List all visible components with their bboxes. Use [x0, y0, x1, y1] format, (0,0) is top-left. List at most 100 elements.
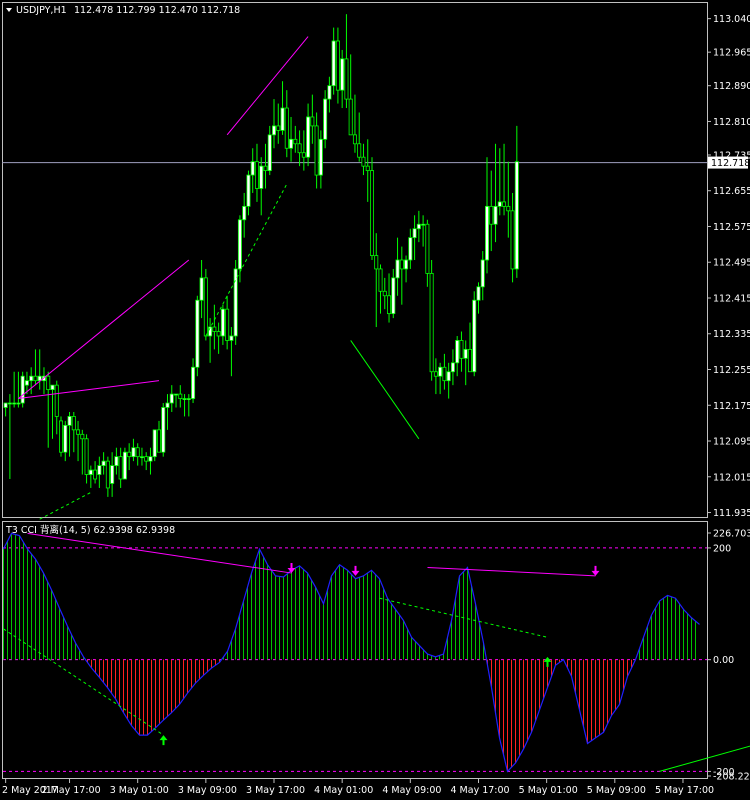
candle-body-down [225, 308, 230, 341]
time-tick-label: 5 May 09:00 [587, 785, 646, 796]
candle [59, 416, 64, 457]
candle-body-down [310, 116, 315, 127]
candle-body-up [463, 348, 468, 359]
time-tick-label: 3 May 09:00 [178, 785, 237, 796]
candle-body-down [348, 98, 353, 136]
candle-body-up [493, 205, 498, 225]
price-tick-label: 112.495 [713, 258, 750, 269]
price-tick-label: 112.965 [713, 48, 750, 59]
candle-body-up [497, 201, 502, 207]
candle-body-down [80, 433, 85, 440]
candle-body-down [365, 165, 370, 172]
candle-body-up [20, 375, 25, 404]
candle-body-down [399, 259, 404, 270]
candle-body-up [323, 98, 328, 140]
candle-body-down [59, 420, 64, 453]
price-tick-label: 112.255 [713, 365, 750, 376]
candle-body-down [467, 348, 472, 373]
ohlc-label: 112.478 112.799 112.470 112.718 [74, 5, 240, 16]
candle-body-up [237, 219, 242, 270]
candle [203, 268, 208, 341]
current-price-badge: 112.718 [708, 156, 750, 169]
candle-body-up [88, 469, 93, 475]
candle-body-up [450, 362, 455, 373]
candle-body-down [76, 429, 81, 435]
candle-body-up [63, 424, 68, 453]
candle-body-up [480, 259, 485, 288]
candle-body-up [3, 402, 8, 408]
candle-body-up [161, 407, 166, 453]
candle-body-down [442, 366, 447, 382]
candle-body-up [331, 40, 336, 87]
candle [429, 260, 434, 381]
candle-body-up [152, 429, 157, 458]
candle-body-up [199, 277, 204, 301]
candle-body-up [114, 456, 119, 466]
indicator-label: T3 CCI 背离(14, 5) 62.9398 62.9398 [5, 524, 175, 536]
candle-body-down [387, 295, 392, 315]
candle-body-up [24, 380, 29, 386]
candle [323, 90, 328, 149]
candle-body-up [327, 85, 332, 100]
candle-body-down [506, 205, 511, 212]
candle-body-down [254, 161, 259, 189]
price-tick-label: 111.935 [713, 508, 750, 519]
candle-body-down [284, 107, 289, 149]
candle-body-up [12, 402, 17, 405]
price-axis: 113.040112.965112.890112.810112.735112.6… [707, 14, 750, 519]
time-tick-label: 4 May 17:00 [450, 785, 509, 796]
candle-body-up [340, 58, 345, 91]
candle-body-up [131, 447, 136, 458]
candle-body-down [144, 456, 149, 462]
candle [195, 295, 200, 377]
price-tick-label: 112.890 [713, 81, 750, 92]
candle-body-down [46, 375, 51, 391]
candle-body-down [301, 152, 306, 158]
candle [369, 157, 374, 260]
candle-body-down [93, 469, 98, 480]
candle-body-up [280, 107, 285, 131]
candle-body-up [404, 259, 409, 270]
trading-chart[interactable]: 113.040112.965112.890112.810112.735112.6… [0, 0, 750, 800]
candle-body-up [306, 116, 311, 158]
candle-body-up [242, 205, 247, 221]
candle-body-down [429, 273, 434, 373]
candle-body-up [139, 456, 144, 459]
candle-body-up [267, 134, 272, 172]
candle-body-up [455, 340, 460, 364]
candle-body-up [250, 161, 255, 176]
candle-body-down [502, 201, 507, 207]
candle-body-down [352, 134, 357, 145]
time-tick-label: 3 May 17:00 [246, 785, 305, 796]
time-tick-label: 4 May 01:00 [314, 785, 373, 796]
candle-body-up [29, 375, 34, 382]
candle-body-up [438, 366, 443, 377]
candle-body-up [182, 398, 187, 400]
candle-body-up [97, 465, 102, 475]
time-tick-label: 4 May 09:00 [382, 785, 441, 796]
candle-body-down [118, 456, 123, 480]
candle-body-down [314, 125, 319, 176]
candle-body-up [289, 138, 294, 149]
candle-body-up [259, 165, 264, 189]
candle [472, 291, 477, 377]
candle-body-up [476, 286, 481, 301]
candle-body-up [169, 393, 174, 404]
candle-body-down [425, 223, 430, 274]
candle-body-down [489, 205, 494, 225]
candle-body-down [33, 375, 38, 382]
svg-text:112.718: 112.718 [711, 158, 750, 169]
candle-body-down [297, 143, 302, 154]
candle-body-down [71, 416, 76, 431]
candle [20, 371, 25, 408]
candle-body-up [148, 456, 153, 462]
price-tick-label: 112.575 [713, 222, 750, 233]
price-tick-label: 112.095 [713, 437, 750, 448]
candle-body-up [472, 299, 477, 373]
candle-body-down [433, 371, 438, 377]
time-tick-label: 5 May 01:00 [519, 785, 578, 796]
candle-body-up [50, 384, 55, 391]
price-tick-label: 112.415 [713, 293, 750, 304]
candle-body-down [361, 156, 366, 167]
price-tick-label: 112.015 [713, 472, 750, 483]
